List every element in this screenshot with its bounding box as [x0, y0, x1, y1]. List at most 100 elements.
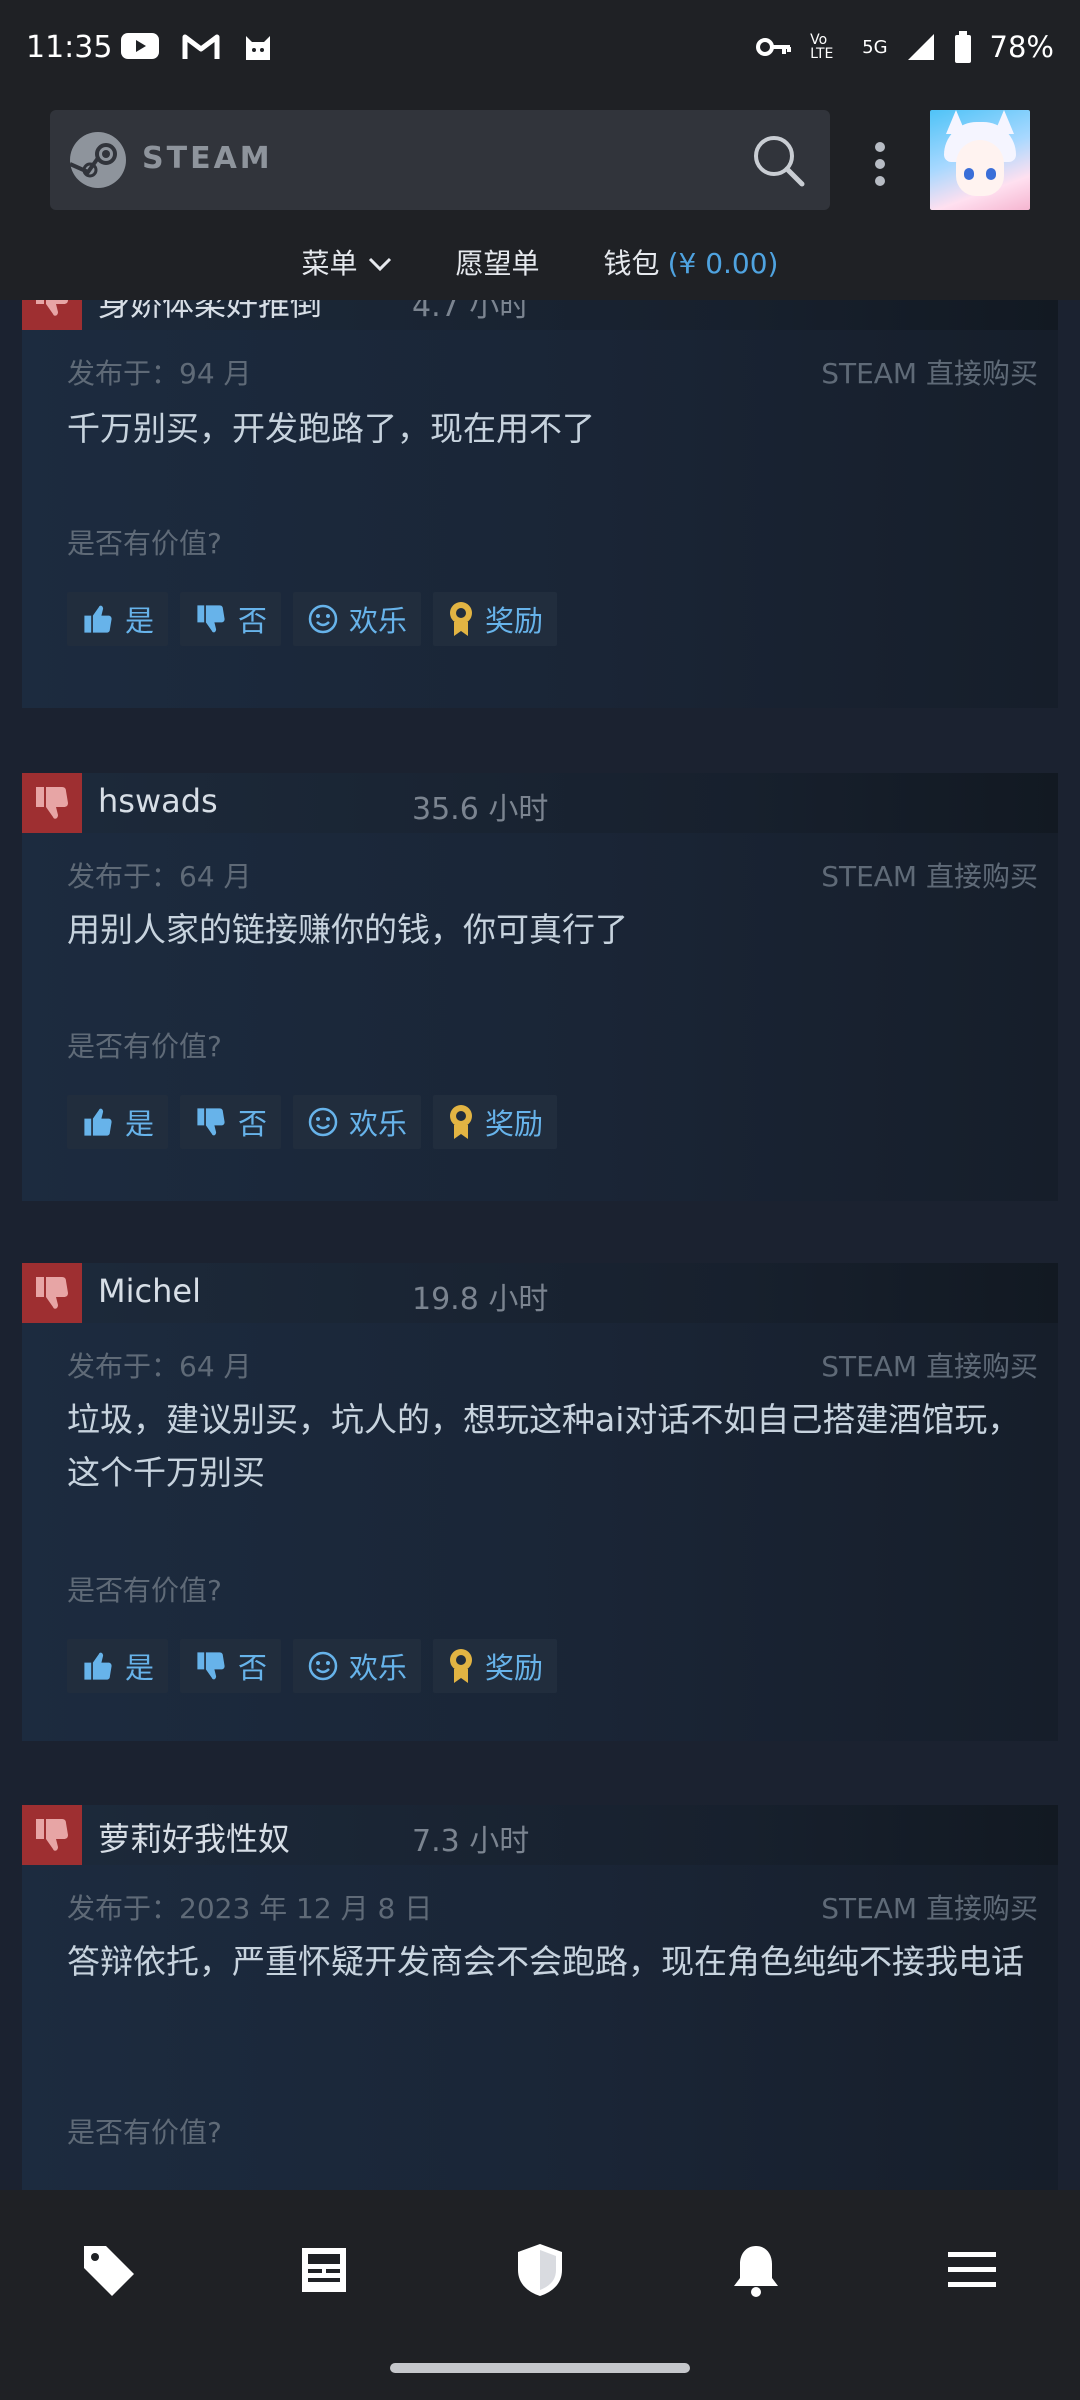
review-text: 垃圾，建议别买，坑人的，想玩这种ai对话不如自己搭建酒馆玩，这个千万别买	[67, 1400, 1021, 1492]
vote-funny-label: 欢乐	[349, 1651, 408, 1685]
steam-logo-icon	[69, 132, 126, 188]
review-actions: 是 否 欢乐 奖励	[67, 1639, 558, 1693]
award-button[interactable]: 奖励	[433, 592, 558, 646]
vote-no-button[interactable]: 否	[180, 1095, 282, 1149]
helpful-question: 是否有价值?	[67, 1030, 222, 1063]
review-actions: 是 否 欢乐 奖励	[67, 592, 558, 646]
vpn-key-icon	[756, 38, 792, 56]
review-header: Michel 19.8 小时	[22, 1263, 1058, 1323]
award-label: 奖励	[485, 604, 544, 638]
review-author[interactable]: 萝莉好我性奴	[98, 1814, 290, 1860]
review-body: 发布于：2023 年 12 月 8 日 STEAM 直接购买 答辩依托，严重怀疑…	[22, 1865, 1058, 2190]
shield-icon[interactable]	[510, 2240, 570, 2300]
wallet-amount: (¥ 0.00)	[667, 247, 779, 280]
thumbs-down-badge	[22, 1263, 82, 1323]
wallet-label: 钱包	[603, 247, 660, 280]
review-author[interactable]: Michel	[98, 1272, 201, 1310]
purchase-source: STEAM 直接购买	[821, 1892, 1038, 1925]
bell-icon[interactable]	[726, 2240, 786, 2300]
purchase-source: STEAM 直接购买	[821, 357, 1038, 390]
nav-wallet[interactable]: 钱包 (¥ 0.00)	[604, 242, 779, 282]
playtime-hours: 7.3 小时	[412, 1824, 530, 1859]
thumbs-down-badge	[22, 300, 82, 330]
search-bar[interactable]: STEAM	[50, 110, 830, 210]
thumbs-down-icon	[197, 1652, 225, 1680]
vote-funny-label: 欢乐	[349, 1107, 408, 1141]
posted-date: 发布于：64 月	[67, 860, 252, 893]
youtube-icon	[121, 33, 159, 59]
vote-yes-button[interactable]: 是	[67, 1095, 169, 1149]
helpful-question: 是否有价值?	[67, 2116, 222, 2149]
review-header: 身娇体柔好推倒 4.7 小时	[22, 300, 1058, 330]
review-author[interactable]: 身娇体柔好推倒	[98, 300, 322, 325]
posted-date: 发布于：2023 年 12 月 8 日	[67, 1892, 433, 1925]
vote-funny-button[interactable]: 欢乐	[293, 592, 422, 646]
review-actions: 是 否 欢乐 奖励	[67, 1095, 558, 1149]
cat-icon	[246, 36, 270, 60]
vote-yes-button[interactable]: 是	[67, 1639, 169, 1693]
battery-icon	[954, 31, 971, 63]
vote-funny-label: 欢乐	[349, 604, 408, 638]
vote-no-label: 否	[238, 604, 268, 638]
more-vert-icon[interactable]	[860, 135, 900, 195]
award-label: 奖励	[485, 1651, 544, 1685]
vote-no-button[interactable]: 否	[180, 592, 282, 646]
smile-icon	[308, 1107, 338, 1137]
review-text: 千万别买，开发跑路了，现在用不了	[67, 409, 595, 448]
thumbs-down-icon	[36, 787, 68, 819]
vote-yes-label: 是	[125, 1651, 155, 1685]
thumbs-down-icon	[36, 1277, 68, 1309]
thumbs-down-icon	[197, 605, 225, 633]
helpful-question: 是否有价值?	[67, 527, 222, 560]
smile-icon	[308, 1651, 338, 1681]
thumbs-down-icon	[197, 1108, 225, 1136]
gmail-icon	[182, 34, 220, 59]
posted-date: 发布于：64 月	[67, 1350, 252, 1383]
smile-icon	[308, 604, 338, 634]
app-header: STEAM 菜单 愿望单 钱包 (¥ 0.00)	[0, 100, 1080, 300]
award-icon	[450, 1649, 473, 1683]
nav-wishlist[interactable]: 愿望单	[456, 242, 540, 282]
review-author[interactable]: hswads	[98, 782, 218, 820]
nav-menu[interactable]: 菜单	[302, 242, 392, 282]
thumbs-down-badge	[22, 1805, 82, 1865]
playtime-hours: 19.8 小时	[412, 1282, 549, 1317]
award-button[interactable]: 奖励	[433, 1095, 558, 1149]
vote-yes-button[interactable]: 是	[67, 592, 169, 646]
status-time: 11:35	[26, 30, 113, 65]
vote-yes-label: 是	[125, 1107, 155, 1141]
vote-no-button[interactable]: 否	[180, 1639, 282, 1693]
tag-icon[interactable]	[78, 2240, 138, 2300]
playtime-hours: 4.7 小时	[412, 300, 530, 324]
vote-yes-label: 是	[125, 604, 155, 638]
review-body: 发布于：64 月 STEAM 直接购买 用别人家的链接赚你的钱，你可真行了 是否…	[22, 833, 1058, 1201]
vote-funny-button[interactable]: 欢乐	[293, 1095, 422, 1149]
playtime-hours: 35.6 小时	[412, 792, 549, 827]
review-text: 答辩依托，严重怀疑开发商会不会跑路，现在角色纯纯不接我电话	[67, 1942, 1024, 1981]
signal-icon	[907, 34, 934, 60]
purchase-source: STEAM 直接购买	[821, 860, 1038, 893]
gesture-handle[interactable]	[390, 2363, 690, 2373]
news-icon[interactable]	[294, 2240, 354, 2300]
nav-menu-label: 菜单	[301, 247, 358, 280]
helpful-question: 是否有价值?	[67, 1574, 222, 1607]
notification-icons	[120, 30, 274, 62]
review-text: 用别人家的链接赚你的钱，你可真行了	[67, 910, 628, 949]
steam-wordmark: STEAM	[142, 141, 273, 176]
top-nav: 菜单 愿望单 钱包 (¥ 0.00)	[0, 234, 1080, 290]
review-body: 发布于：94 月 STEAM 直接购买 千万别买，开发跑路了，现在用不了 是否有…	[22, 330, 1058, 708]
award-label: 奖励	[485, 1107, 544, 1141]
award-icon	[450, 1105, 473, 1139]
network-label: 5G	[862, 36, 888, 58]
review-header: 萝莉好我性奴 7.3 小时	[22, 1805, 1058, 1865]
menu-icon[interactable]	[942, 2240, 1002, 2300]
avatar[interactable]	[930, 110, 1030, 210]
battery-percent: 78%	[989, 30, 1054, 64]
award-button[interactable]: 奖励	[433, 1639, 558, 1693]
review-header: hswads 35.6 小时	[22, 773, 1058, 833]
chevron-down-icon	[368, 257, 391, 272]
purchase-source: STEAM 直接购买	[821, 1350, 1038, 1383]
volte-label: Vo LTE	[810, 32, 834, 62]
search-icon[interactable]	[748, 130, 808, 190]
vote-funny-button[interactable]: 欢乐	[293, 1639, 422, 1693]
